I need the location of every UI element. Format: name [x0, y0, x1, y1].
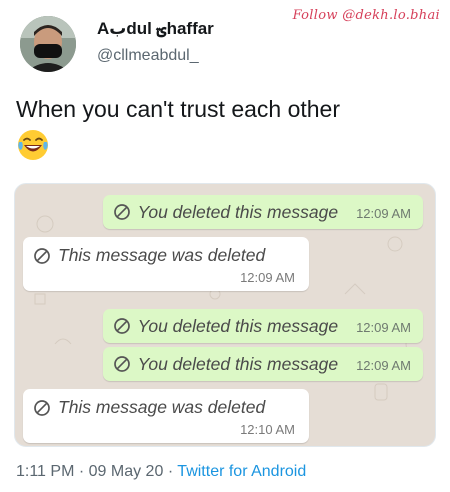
deleted-message-icon	[113, 356, 130, 372]
tweet-date: 09 May 20	[88, 463, 164, 480]
laughing-crying-emoji-icon	[18, 130, 48, 160]
deleted-message-icon	[113, 318, 130, 334]
deleted-message-icon	[113, 204, 130, 220]
message-time: 12:09 AM	[356, 206, 411, 221]
avatar[interactable]	[20, 16, 76, 72]
chat-bubble-incoming[interactable]: This message was deleted 12:09 AM	[23, 237, 309, 291]
tweet-text: When you can't trust each other	[16, 96, 341, 122]
chat-screenshot[interactable]: You deleted this message 12:09 AM This m…	[14, 183, 436, 447]
message-text: You deleted this message	[137, 353, 339, 374]
display-name[interactable]: Aبdul ؾhaffar	[97, 18, 214, 39]
message-time: 12:09 AM	[356, 320, 411, 335]
chat-bubble-outgoing[interactable]: You deleted this message 12:09 AM	[102, 195, 423, 229]
meta-separator: ·	[167, 463, 174, 480]
chat-bubble-outgoing[interactable]: You deleted this message 12:09 AM	[102, 347, 423, 381]
tweet-time: 1:11 PM	[16, 463, 75, 480]
tweet-card: Aبdul ؾhaffar @cllmeabdul_ Follow @dekh.…	[0, 0, 450, 492]
meta-separator: ·	[78, 463, 85, 480]
message-time: 12:09 AM	[240, 270, 295, 285]
message-text: You deleted this message	[137, 315, 339, 336]
user-handle[interactable]: @cllmeabdul_	[97, 47, 199, 65]
deleted-message-icon	[34, 399, 50, 416]
chat-bubble-incoming[interactable]: This message was deleted 12:10 AM	[23, 389, 309, 443]
message-text: You deleted this message	[137, 201, 339, 222]
tweet-source-link[interactable]: Twitter for Android	[177, 463, 306, 480]
watermark-follow-text: Follow @dekh.lo.bhai	[292, 8, 440, 23]
message-time: 12:10 AM	[240, 422, 295, 437]
tweet-metadata: 1:11 PM · 09 May 20 · Twitter for Androi…	[16, 463, 306, 481]
deleted-message-icon	[34, 247, 50, 264]
chat-bubble-outgoing[interactable]: You deleted this message 12:09 AM	[102, 309, 423, 343]
message-time: 12:09 AM	[356, 358, 411, 373]
message-text: This message was deleted	[58, 397, 266, 417]
message-text: This message was deleted	[58, 245, 266, 265]
